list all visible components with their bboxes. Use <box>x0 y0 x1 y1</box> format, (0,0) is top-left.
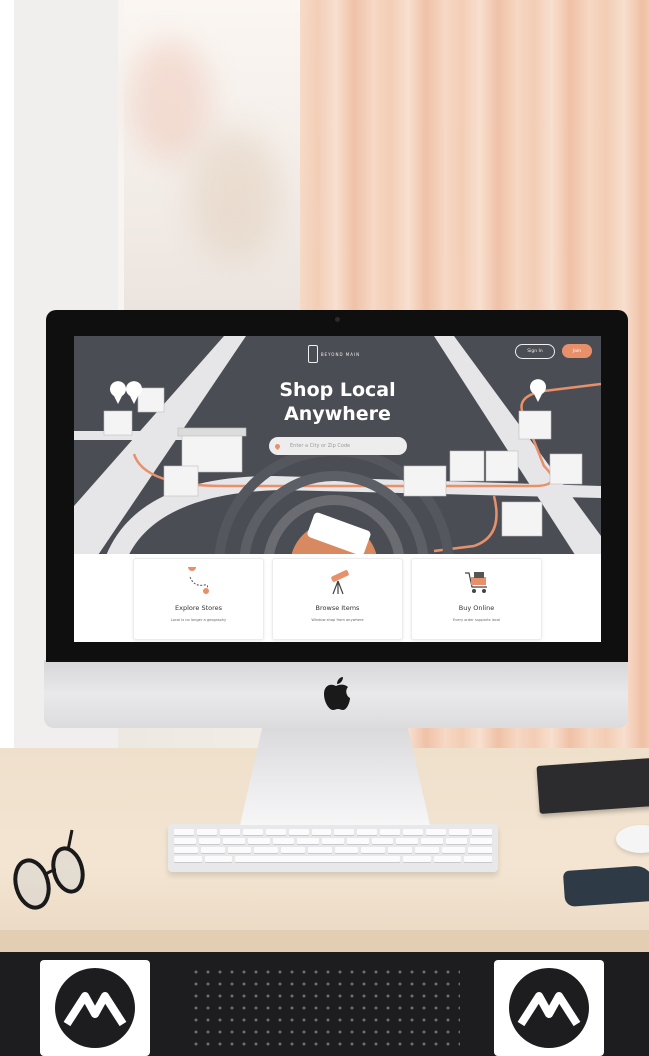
apple-logo-icon <box>324 677 350 710</box>
location-search[interactable] <box>269 437 407 455</box>
feature-cards: Explore Stores Local is no longer a geog… <box>74 554 601 642</box>
feature-card-browse-items[interactable]: Browse Items Window shop from anywhere <box>272 558 403 640</box>
m-logo-icon <box>509 968 589 1048</box>
card-title: Buy Online <box>458 604 495 612</box>
hero-section: BEYOND MAIN Sign In Join Shop Local Anyw… <box>74 336 601 561</box>
feature-card-buy-online[interactable]: Buy Online Every order supports local <box>411 558 542 640</box>
m-logo-icon <box>55 968 135 1048</box>
window-blossom <box>130 40 210 160</box>
window-foliage <box>190 130 280 260</box>
hero-title: Shop Local Anywhere <box>234 378 441 426</box>
hero-title-line2: Anywhere <box>284 403 391 425</box>
desk-edge <box>0 930 649 954</box>
keyboard <box>168 824 498 872</box>
photo-scene: BEYOND MAIN Sign In Join Shop Local Anyw… <box>0 0 649 1056</box>
card-subtitle: Local is no longer a geography <box>170 618 227 622</box>
cloth <box>562 864 649 908</box>
speaker-grill <box>190 966 460 1052</box>
brand-logo[interactable]: BEYOND MAIN <box>304 344 364 364</box>
signin-button[interactable]: Sign In <box>515 344 555 359</box>
telescope-icon <box>330 570 349 595</box>
imac-stand <box>240 725 430 825</box>
brand-name: BEYOND MAIN <box>320 351 361 357</box>
card-title: Browse Items <box>315 604 360 612</box>
card-subtitle: Window shop from anywhere <box>311 618 364 622</box>
shopping-cart-icon <box>464 572 487 593</box>
eyeglasses <box>13 829 85 910</box>
feature-card-explore-stores[interactable]: Explore Stores Local is no longer a geog… <box>133 558 264 640</box>
join-button[interactable]: Join <box>562 344 592 358</box>
m-logo-tile-left <box>40 960 150 1056</box>
m-logo-tile-right <box>494 960 604 1056</box>
location-search-input[interactable] <box>290 443 390 449</box>
imac-screen: BEYOND MAIN Sign In Join Shop Local Anyw… <box>74 336 601 642</box>
map-route-icon <box>187 567 209 594</box>
card-subtitle: Every order supports local <box>452 618 501 622</box>
camera <box>335 317 340 322</box>
card-title: Explore Stores <box>174 604 223 612</box>
hero-title-line1: Shop Local <box>279 379 396 401</box>
location-pin-icon <box>273 442 282 450</box>
book <box>536 758 649 814</box>
brand-mark-icon <box>307 345 318 363</box>
